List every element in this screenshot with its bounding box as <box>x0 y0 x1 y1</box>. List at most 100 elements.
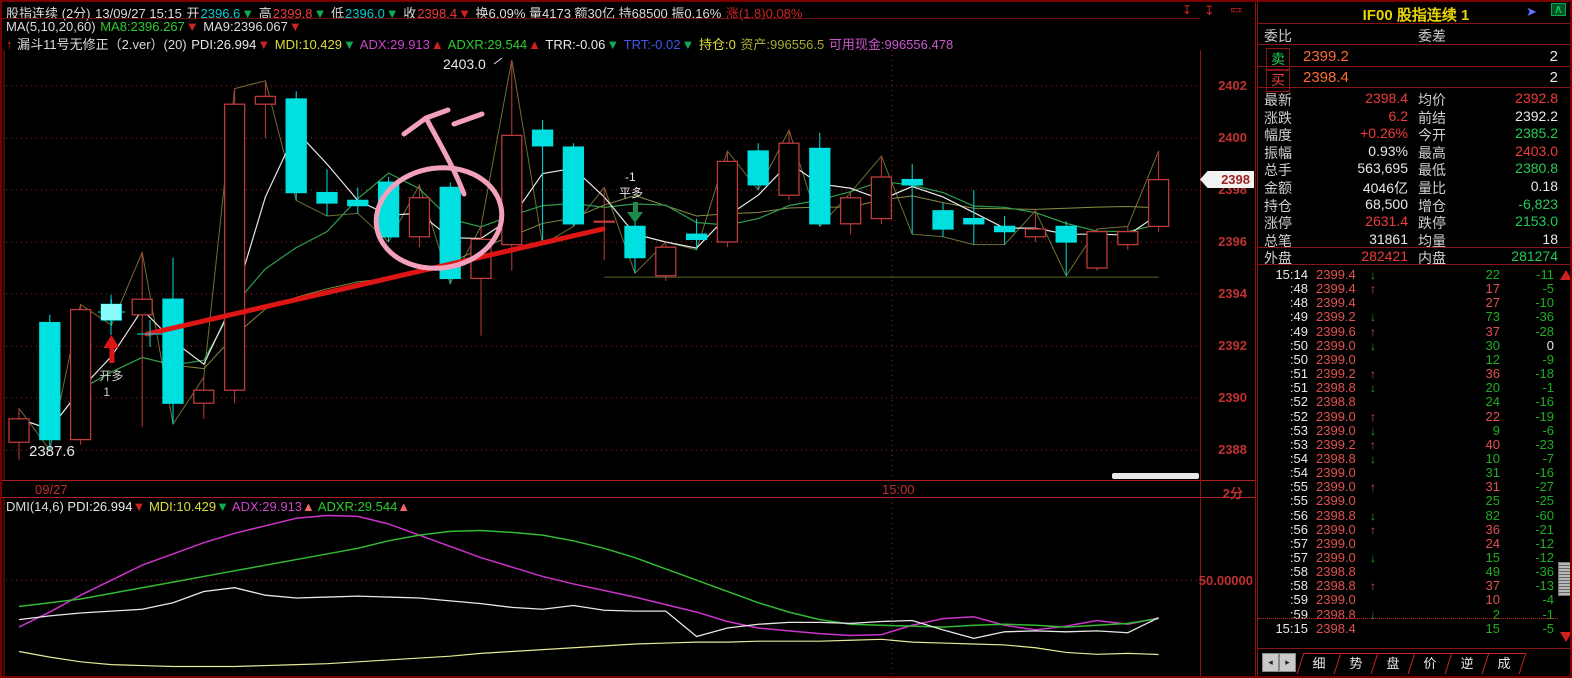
tick-row[interactable]: :492399.2 ↓ 73 -36 <box>1258 310 1558 324</box>
candle <box>656 247 676 276</box>
candle <box>902 180 922 185</box>
candle <box>625 226 645 257</box>
collapse-icon[interactable]: ∧ <box>1551 3 1566 16</box>
price-axis-label: 2388 <box>1218 442 1247 457</box>
tick-row[interactable]: :512398.8 ↓ 20 -1 <box>1258 381 1558 395</box>
red-rect-icon[interactable]: ▭ <box>1230 3 1240 16</box>
tick-row[interactable]: :562399.0 ↑ 36 -21 <box>1258 523 1558 537</box>
pointer-icon[interactable]: ➤ <box>1526 4 1537 20</box>
tabs-next-button[interactable]: ▸ <box>1279 653 1296 672</box>
price-axis-label: 2396 <box>1218 234 1247 249</box>
dmi-level-label: 50.00000 <box>1199 573 1253 588</box>
tick-row[interactable]: :562398.8 ↓ 82 -60 <box>1258 509 1558 523</box>
candle <box>163 299 183 403</box>
scroll-down-tool-icon[interactable]: ↧ <box>1204 3 1215 19</box>
tick-row[interactable]: :572399.0 ↓ 15 -12 <box>1258 551 1558 565</box>
candle <box>225 104 245 390</box>
high-annotation: 2403.0 <box>443 56 486 72</box>
text-segment: PDI:26.994 <box>67 499 132 514</box>
tick-row[interactable]: :492399.6 ↑ 37 -28 <box>1258 325 1558 339</box>
candle <box>717 161 737 242</box>
dmi-panel[interactable] <box>2 498 1200 676</box>
trading-app-window: 股指连续 (2分) 13/09/27 15:15 开2396.6▼ 高2399.… <box>0 0 1572 678</box>
ma-indicator-line: MA(5,10,20,60) MA8:2396.267▼ MA9:2396.06… <box>6 19 303 34</box>
tick-row[interactable]: :482399.4 27 -10 <box>1258 296 1558 310</box>
svg-text:-1: -1 <box>625 170 636 184</box>
dmi-chart-svg[interactable] <box>2 498 1200 676</box>
tick-row[interactable]: :572399.0 24 -12 <box>1258 537 1558 551</box>
tick-row[interactable]: :532399.2 ↑ 40 -23 <box>1258 438 1558 452</box>
tick-row[interactable]: :542399.0 31 -16 <box>1258 466 1558 480</box>
tick-row[interactable]: :582398.8 ↑ 37 -13 <box>1258 579 1558 593</box>
close-long-marker: -1 平多 <box>619 170 643 223</box>
candle <box>71 310 91 440</box>
tick-row[interactable]: :522399.0 ↑ 22 -19 <box>1258 410 1558 424</box>
pink-arrow-annotation <box>426 118 464 194</box>
tick-row[interactable]: :502399.0 ↓ 30 0 <box>1258 339 1558 353</box>
red-down-arrow-icon[interactable]: ↧ <box>1182 3 1192 17</box>
topbar-divider <box>2 18 1200 19</box>
tick-separator <box>1258 618 1558 619</box>
tick-row[interactable]: :582398.8 49 -36 <box>1258 565 1558 579</box>
tick-scroll-up-icon[interactable] <box>1560 270 1572 280</box>
candle <box>933 211 953 229</box>
text-segment: MA8:2396.267 <box>100 19 185 34</box>
tick-row[interactable]: :512399.2 ↑ 36 -18 <box>1258 367 1558 381</box>
price-axis-label: 2392 <box>1218 338 1247 353</box>
candle <box>1056 226 1076 242</box>
tick-row[interactable]: :552399.0 ↑ 31 -27 <box>1258 480 1558 494</box>
contract-title: IF00 股指连续 1 <box>1258 4 1572 25</box>
candle <box>563 147 583 224</box>
candle <box>810 148 830 223</box>
candle <box>255 96 275 104</box>
candle <box>40 323 60 440</box>
text-segment: MA(5,10,20,60) <box>6 19 99 34</box>
svg-text:1: 1 <box>103 385 110 399</box>
candle <box>194 390 214 403</box>
tick-scrollbar-thumb[interactable] <box>1558 562 1572 596</box>
text-segment: ADXR:29.544 <box>315 499 397 514</box>
candle <box>286 99 306 193</box>
text-segment: ▼ <box>289 19 302 34</box>
selected-candle-highlight <box>101 304 121 320</box>
candle <box>594 221 614 222</box>
candle <box>1118 232 1138 245</box>
panel-tab-成[interactable]: 成 <box>1482 653 1527 674</box>
svg-text:平多: 平多 <box>619 186 643 200</box>
tick-row[interactable]: :592399.0 10 -4 <box>1258 593 1558 607</box>
main-chart-svg[interactable]: 开多 1 -1 平多 <box>2 50 1200 480</box>
tick-row[interactable]: :542398.8 ↓ 10 -7 <box>1258 452 1558 466</box>
text-segment: ▲ <box>397 499 410 514</box>
tick-row[interactable]: :482399.4 ↑ 17 -5 <box>1258 282 1558 296</box>
tick-row[interactable]: 15:142399.4 ↓ 22 -11 <box>1258 268 1558 282</box>
tabs-prev-button[interactable]: ◂ <box>1262 653 1279 672</box>
bid-price: 2398.4 <box>1303 69 1349 86</box>
price-axis-label: 2400 <box>1218 130 1247 145</box>
wb-header: 委比 <box>1264 26 1292 46</box>
ask-label: 卖 <box>1266 48 1290 71</box>
svg-text:开多: 开多 <box>99 369 123 383</box>
horizontal-scrollbar-thumb[interactable] <box>1112 473 1199 479</box>
text-segment: MDI:10.429 <box>145 499 216 514</box>
top-info-bar: 股指连续 (2分) 13/09/27 15:15 开2396.6▼ 高2399.… <box>2 2 1200 50</box>
tick-row[interactable]: :552399.0 25 -25 <box>1258 494 1558 508</box>
candle <box>964 219 984 224</box>
tick-row[interactable]: :502399.0 12 -9 <box>1258 353 1558 367</box>
candle <box>995 226 1015 231</box>
xaxis-date-label: 09/27 <box>35 482 68 497</box>
ask-size: 2 <box>1528 48 1558 65</box>
chart-bottom-border <box>2 480 1255 481</box>
tick-row[interactable]: :592398.8 ↓ 2 -1 <box>1258 608 1558 622</box>
candle <box>502 135 522 244</box>
candlestick-chart[interactable]: 开多 1 -1 平多 <box>2 50 1200 480</box>
bid-label: 买 <box>1266 69 1290 92</box>
tick-row[interactable]: 15:152398.4 15 -5 <box>1258 622 1558 636</box>
tick-row[interactable]: :532399.0 ↓ 9 -6 <box>1258 424 1558 438</box>
tick-row[interactable]: :522398.8 24 -16 <box>1258 395 1558 409</box>
tick-scroll-down-icon[interactable] <box>1560 632 1572 642</box>
candle <box>779 143 799 195</box>
price-axis-label: 2394 <box>1218 286 1247 301</box>
candle <box>533 130 553 146</box>
text-segment: ▼ <box>132 499 145 514</box>
period-label: 2分 <box>1223 483 1243 502</box>
